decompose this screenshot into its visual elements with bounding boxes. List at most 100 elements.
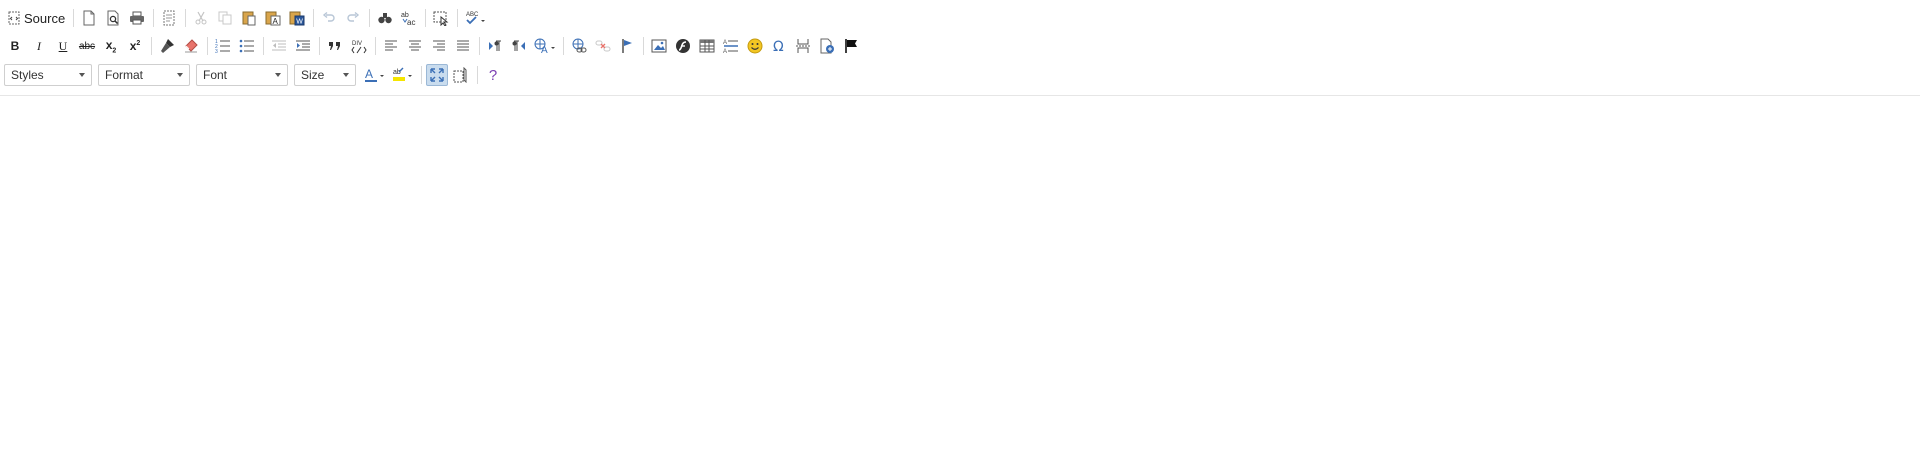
strikethrough-button[interactable]: abc <box>76 35 98 57</box>
redo-button[interactable] <box>342 7 364 29</box>
new-page-button[interactable] <box>78 7 100 29</box>
outdent-button[interactable] <box>268 35 290 57</box>
size-combo[interactable]: Size <box>294 64 356 86</box>
paste-button[interactable] <box>238 7 260 29</box>
toolbar-separator <box>313 9 315 27</box>
underline-button[interactable]: U <box>52 35 74 57</box>
iframe-button[interactable] <box>816 35 838 57</box>
paste-icon <box>242 10 256 26</box>
toolbar-separator <box>457 9 459 27</box>
indent-button[interactable] <box>292 35 314 57</box>
image-button[interactable] <box>648 35 670 57</box>
anchor-button[interactable] <box>616 35 638 57</box>
new-page-icon <box>82 10 96 26</box>
italic-button[interactable]: I <box>28 35 50 57</box>
omega-icon: Ω <box>772 39 786 53</box>
replace-icon: ab ac <box>401 10 417 26</box>
svg-text:3: 3 <box>215 49 218 54</box>
styles-combo[interactable]: Styles <box>4 64 92 86</box>
bulleted-list-button[interactable] <box>236 35 258 57</box>
toolbar-row-3: Styles Format Font Size A ab ? <box>4 63 506 87</box>
unlink-button[interactable] <box>592 35 614 57</box>
toolbar-separator <box>421 66 422 84</box>
chevron-down-icon <box>79 73 85 77</box>
numbered-list-icon: 123 <box>215 38 231 54</box>
font-combo[interactable]: Font <box>196 64 288 86</box>
chevron-down-icon <box>343 73 349 77</box>
copy-icon <box>218 11 232 25</box>
text-color-button[interactable]: A <box>362 64 388 86</box>
editor-content-area[interactable] <box>0 96 1920 467</box>
cut-button[interactable] <box>190 7 212 29</box>
horizontal-line-icon: AA <box>723 38 739 54</box>
replace-button[interactable]: ab ac <box>398 7 420 29</box>
bg-color-button[interactable]: ab <box>390 64 416 86</box>
help-button[interactable]: ? <box>482 64 504 86</box>
justify-button[interactable] <box>452 35 474 57</box>
bg-color-icon: ab <box>392 67 414 83</box>
toolbar-separator <box>73 9 75 27</box>
ltr-button[interactable] <box>484 35 506 57</box>
toolbar-row-2: B I U abc x2 x2 123 DIV A A A Ω <box>4 34 864 58</box>
source-label: Source <box>24 10 66 26</box>
bold-button[interactable]: B <box>4 35 26 57</box>
size-combo-label: Size <box>301 68 325 82</box>
div-container-button[interactable]: DIV <box>348 35 370 57</box>
subscript-button[interactable]: x2 <box>100 35 122 57</box>
copy-format-button[interactable] <box>156 35 178 57</box>
editor-toolbar: Source A W ab ac ABC B I U abc x2 x2 1 2… <box>0 0 1920 96</box>
chevron-down-icon <box>275 73 281 77</box>
ltr-icon <box>488 40 502 52</box>
format-combo-label: Format <box>105 68 144 82</box>
blockquote-button[interactable] <box>324 35 346 57</box>
table-button[interactable] <box>696 35 718 57</box>
select-all-button[interactable] <box>430 7 452 29</box>
smiley-button[interactable] <box>744 35 766 57</box>
find-icon <box>377 11 393 25</box>
paste-word-icon: W <box>289 10 305 26</box>
underline-icon: U <box>58 38 68 53</box>
toolbar-separator <box>153 9 155 27</box>
maximize-button[interactable] <box>426 64 448 86</box>
flash-button[interactable] <box>672 35 694 57</box>
templates-icon <box>162 10 176 26</box>
paste-text-button[interactable]: A <box>262 7 284 29</box>
special-char-button[interactable]: Ω <box>768 35 790 57</box>
superscript-button[interactable]: x2 <box>124 35 146 57</box>
numbered-list-button[interactable]: 123 <box>212 35 234 57</box>
templates-button[interactable] <box>158 7 180 29</box>
smiley-icon <box>747 38 763 54</box>
paste-text-icon: A <box>265 10 281 26</box>
spellcheck-button[interactable]: ABC <box>462 7 490 29</box>
paste-word-button[interactable]: W <box>286 7 308 29</box>
indent-icon <box>295 39 311 53</box>
preview-button[interactable] <box>102 7 124 29</box>
flag-icon <box>844 38 858 54</box>
undo-button[interactable] <box>318 7 340 29</box>
align-center-button[interactable] <box>404 35 426 57</box>
page-break-button[interactable] <box>792 35 814 57</box>
find-button[interactable] <box>374 7 396 29</box>
language-button[interactable]: A <box>532 35 558 57</box>
rtl-button[interactable] <box>508 35 530 57</box>
svg-text:Ω: Ω <box>773 39 784 53</box>
source-button[interactable]: Source <box>4 7 68 29</box>
format-combo[interactable]: Format <box>98 64 190 86</box>
align-left-button[interactable] <box>380 35 402 57</box>
link-button[interactable] <box>568 35 590 57</box>
toolbar-separator <box>425 9 427 27</box>
superscript-icon: x2 <box>130 39 141 53</box>
show-blocks-icon <box>453 67 469 83</box>
show-blocks-button[interactable] <box>450 64 472 86</box>
remove-format-button[interactable] <box>180 35 202 57</box>
link-icon <box>571 38 587 54</box>
strike-icon: abc <box>78 40 96 52</box>
print-button[interactable] <box>126 7 148 29</box>
flag-button[interactable] <box>840 35 862 57</box>
styles-combo-label: Styles <box>11 68 44 82</box>
copy-button[interactable] <box>214 7 236 29</box>
font-combo-label: Font <box>203 68 228 82</box>
align-right-button[interactable] <box>428 35 450 57</box>
horizontal-line-button[interactable]: AA <box>720 35 742 57</box>
toolbar-separator <box>151 37 152 55</box>
